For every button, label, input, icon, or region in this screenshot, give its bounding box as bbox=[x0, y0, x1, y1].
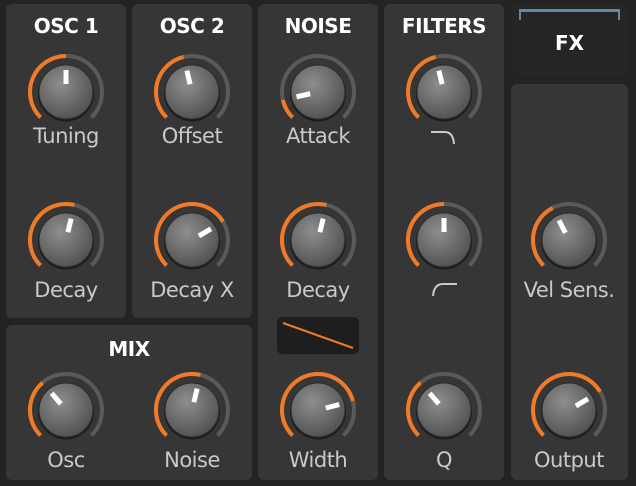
mix-noise-label: Noise bbox=[164, 448, 220, 472]
knob-graphic bbox=[280, 202, 356, 270]
q-knob[interactable] bbox=[402, 368, 486, 452]
noise-decay-label: Decay bbox=[286, 278, 350, 302]
knob-pointer bbox=[191, 388, 200, 403]
knob-pointer bbox=[436, 70, 445, 85]
knob-graphic bbox=[280, 372, 356, 440]
knob-graphic bbox=[406, 202, 482, 270]
knob-value-arc bbox=[280, 99, 295, 119]
knob-graphic bbox=[154, 372, 230, 440]
knob-body bbox=[290, 64, 346, 120]
vel-sens-knob[interactable] bbox=[527, 198, 611, 282]
osc1-decay-knob[interactable] bbox=[24, 198, 108, 282]
output-knob[interactable] bbox=[527, 368, 611, 452]
knob-graphic bbox=[154, 202, 230, 270]
knob-graphic bbox=[406, 372, 482, 440]
offset-knob[interactable] bbox=[150, 50, 234, 134]
knob-graphic bbox=[531, 372, 607, 440]
vel-sens-label: Vel Sens. bbox=[523, 278, 615, 302]
attack-knob[interactable] bbox=[276, 50, 360, 134]
knob-body bbox=[416, 64, 472, 120]
knob-graphic bbox=[28, 54, 104, 122]
mix-osc-label: Osc bbox=[47, 448, 85, 472]
knob-graphic bbox=[28, 202, 104, 270]
envelope-slope-icon bbox=[282, 322, 354, 349]
knob-body bbox=[38, 382, 94, 438]
knob-pointer bbox=[184, 70, 193, 85]
knob-graphic bbox=[280, 54, 356, 122]
knob-body bbox=[541, 382, 597, 438]
width-knob[interactable] bbox=[276, 368, 360, 452]
highpass-curve-icon bbox=[432, 283, 457, 297]
lowpass-filter-knob[interactable] bbox=[402, 50, 486, 134]
knob-graphic bbox=[28, 372, 104, 440]
knob-graphic bbox=[531, 202, 607, 270]
knob-pointer bbox=[65, 218, 74, 233]
knob-body bbox=[416, 382, 472, 438]
osc1-decay-label: Decay bbox=[34, 278, 98, 302]
mix-noise-knob[interactable] bbox=[150, 368, 234, 452]
output-label: Output bbox=[534, 448, 604, 472]
offset-label: Offset bbox=[161, 124, 223, 148]
knob-body bbox=[541, 212, 597, 268]
knob-body bbox=[164, 64, 220, 120]
knob-graphic bbox=[153, 54, 230, 122]
decay-x-knob[interactable] bbox=[150, 198, 234, 282]
knob-body bbox=[290, 382, 346, 438]
osc1-title: OSC 1 bbox=[33, 14, 99, 38]
fx-button[interactable]: FX bbox=[511, 4, 628, 75]
attack-label: Attack bbox=[285, 124, 351, 148]
osc2-title: OSC 2 bbox=[159, 14, 225, 38]
knob-body bbox=[290, 212, 346, 268]
mix-title: MIX bbox=[108, 337, 150, 361]
knob-body bbox=[164, 382, 220, 438]
knob-pointer bbox=[317, 218, 326, 233]
noise-title: NOISE bbox=[284, 14, 352, 38]
decay-x-label: Decay X bbox=[150, 278, 234, 302]
knob-body bbox=[164, 212, 220, 268]
lowpass-curve-icon bbox=[431, 131, 455, 145]
knob-graphic bbox=[405, 54, 482, 122]
envelope-display[interactable] bbox=[277, 317, 359, 354]
tuning-knob[interactable] bbox=[24, 50, 108, 134]
mix-osc-knob[interactable] bbox=[24, 368, 108, 452]
knob-pointer bbox=[295, 91, 311, 100]
q-label: Q bbox=[435, 448, 453, 472]
filters-title: FILTERS bbox=[401, 14, 487, 38]
tuning-label: Tuning bbox=[33, 124, 99, 148]
fx-label: FX bbox=[554, 31, 585, 55]
fx-active-indicator bbox=[519, 9, 620, 20]
highpass-filter-knob[interactable] bbox=[402, 198, 486, 282]
width-label: Width bbox=[288, 448, 348, 472]
noise-decay-knob[interactable] bbox=[276, 198, 360, 282]
knob-pointer bbox=[325, 402, 340, 411]
knob-body bbox=[38, 212, 94, 268]
